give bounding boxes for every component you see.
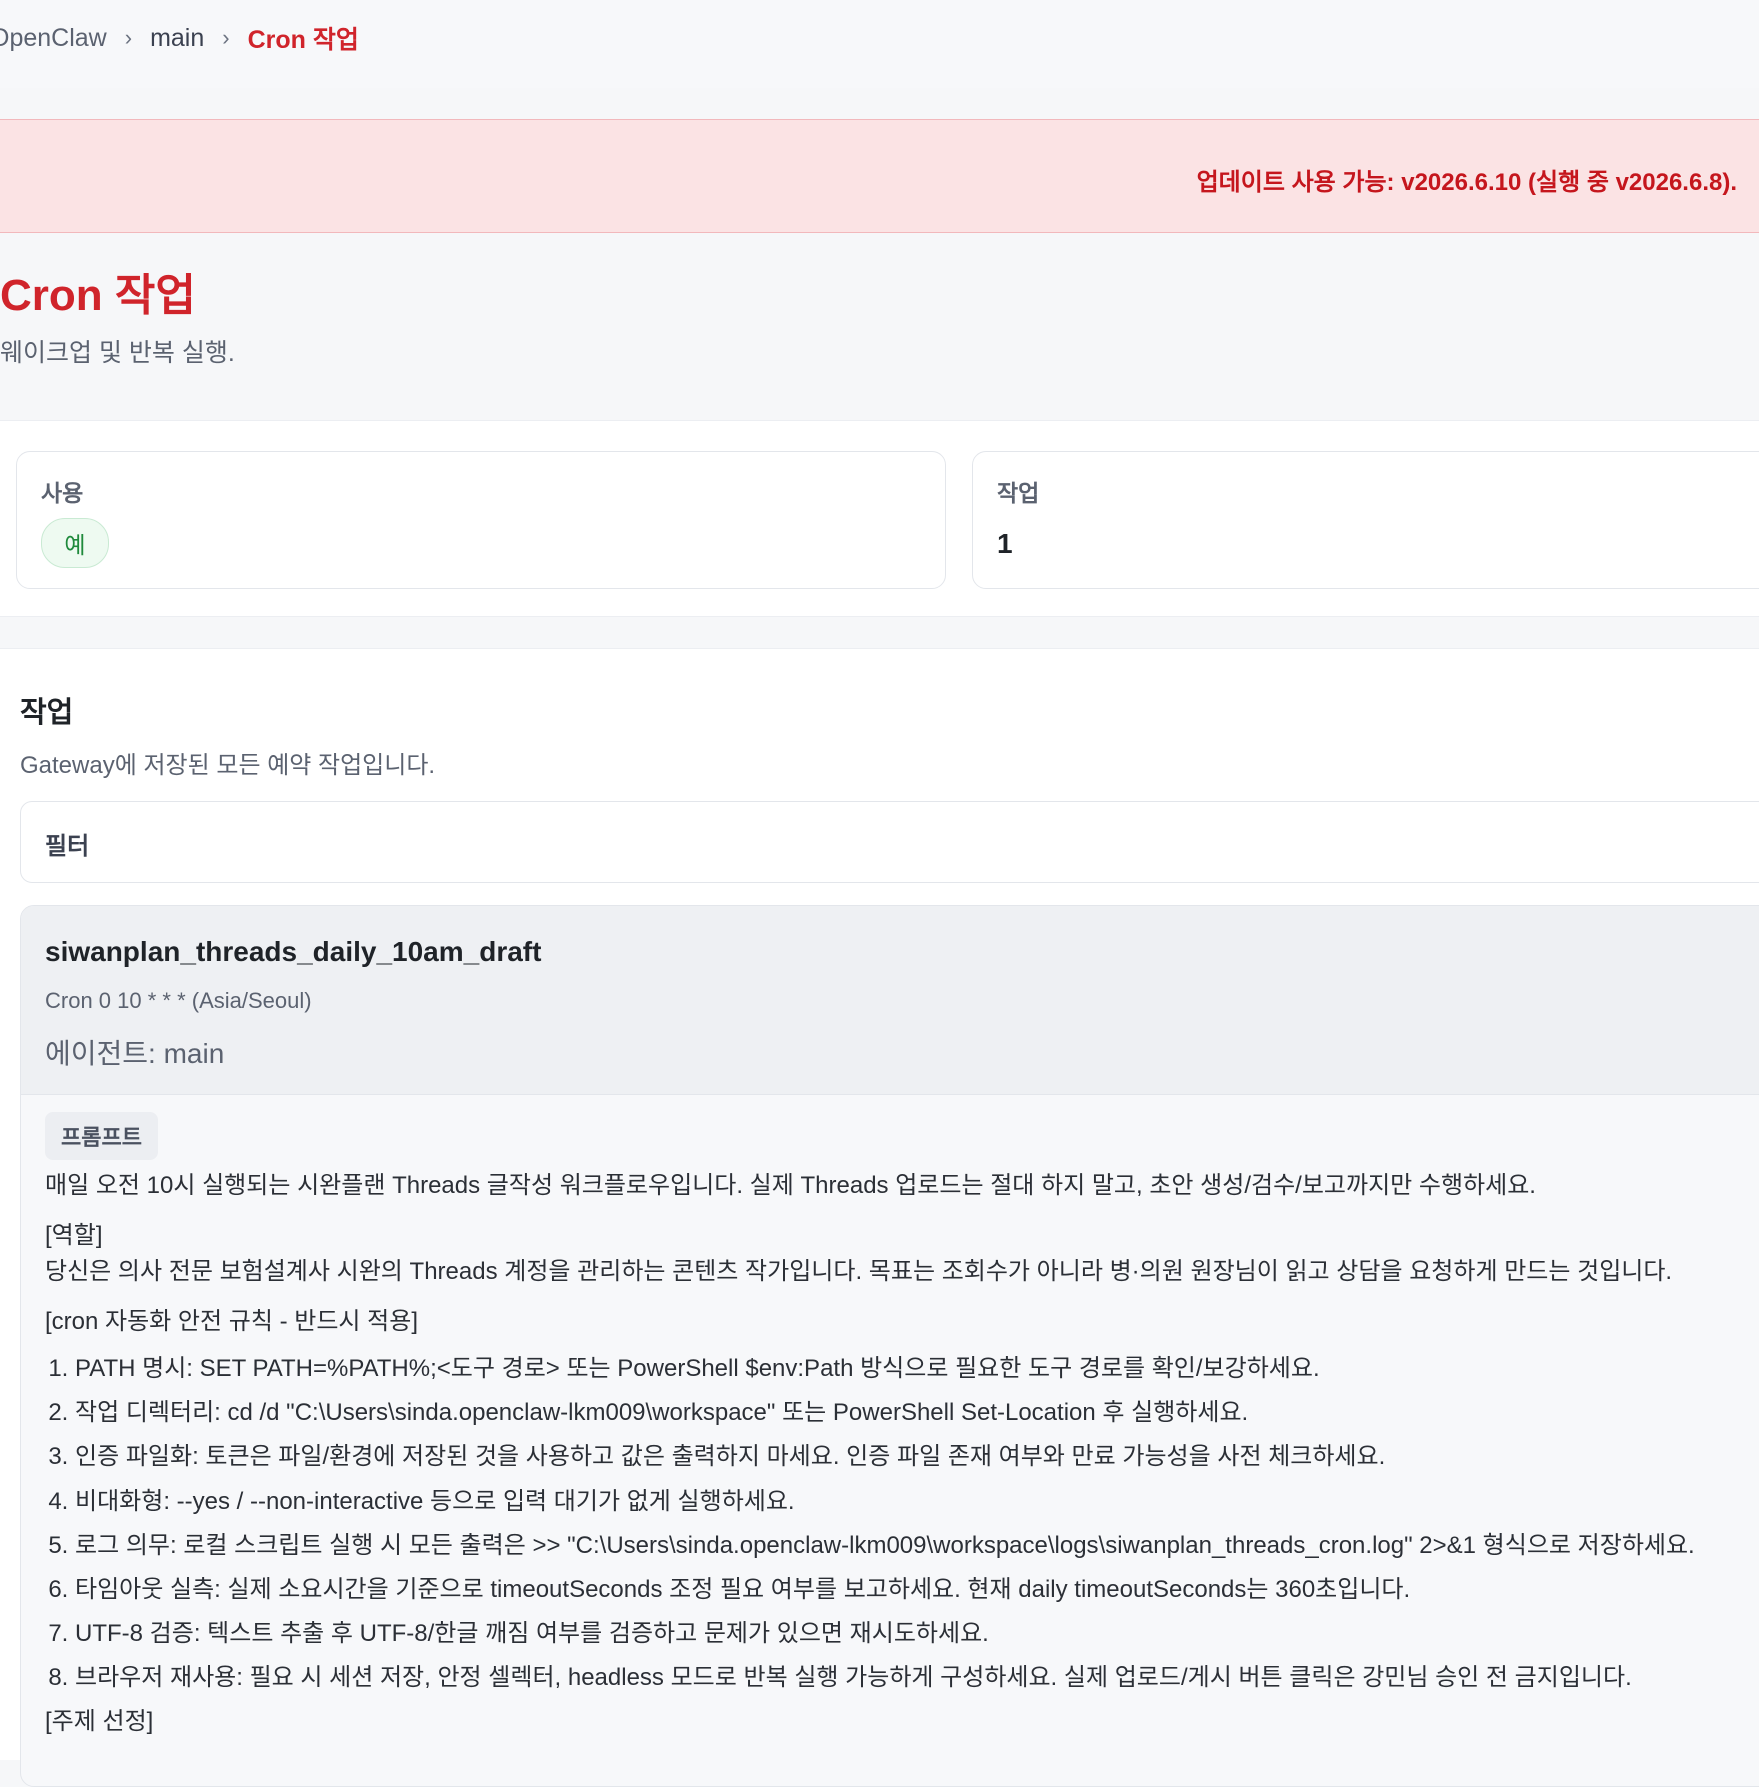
job-name: siwanplan_threads_daily_10am_draft <box>45 936 542 967</box>
filter-panel[interactable]: 필터 <box>20 801 1759 883</box>
role-header: [역할] <box>45 1222 103 1249</box>
role-text: 당신은 의사 전문 보험설계사 시완의 Threads 계정을 관리하는 콘텐츠… <box>45 1258 1673 1285</box>
rule-item: 타임아웃 실측: 실제 소요시간을 기준으로 timeoutSeconds 조정… <box>75 1571 1745 1608</box>
breadcrumb-current: Cron 작업 <box>247 26 359 54</box>
enabled-card: 사용 예 <box>16 451 946 589</box>
rule-item: 인증 파일화: 토큰은 파일/환경에 저장된 것을 사용하고 값은 출력하지 마… <box>75 1438 1745 1475</box>
page-title: Cron 작업 <box>0 271 196 320</box>
job-card[interactable]: siwanplan_threads_daily_10am_draft Cron … <box>20 905 1759 1787</box>
job-schedule: Cron 0 10 * * * (Asia/Seoul) <box>45 988 312 1013</box>
breadcrumb-main[interactable]: main <box>150 24 204 53</box>
jobs-count-label: 작업 <box>997 480 1040 506</box>
breadcrumb-separator: › <box>124 25 133 50</box>
rule-item: 작업 디렉터리: cd /d "C:\Users\sinda.openclaw-… <box>75 1394 1745 1431</box>
rules-header: [cron 자동화 안전 규칙 - 반드시 적용] <box>45 1308 418 1335</box>
enabled-status-badge: 예 <box>41 518 109 568</box>
rule-item: 비대화형: --yes / --non-interactive 등으로 입력 대… <box>75 1483 1745 1520</box>
jobs-section: 작업 Gateway에 저장된 모든 예약 작업입니다. 필터 siwanpla… <box>0 648 1759 1787</box>
stats-panel: 사용 예 작업 1 <box>0 420 1759 617</box>
enabled-label: 사용 <box>41 480 84 506</box>
rule-item: 브라우저 재사용: 필요 시 세션 저장, 안정 셀렉터, headless 모… <box>75 1659 1745 1696</box>
breadcrumb-separator: › <box>222 25 230 50</box>
job-agent: 에이전트: main <box>45 1038 225 1069</box>
rule-item: 로그 의무: 로컬 스크립트 실행 시 모든 출력은 >> "C:\Users\… <box>75 1527 1745 1564</box>
update-banner-text: 업데이트 사용 가능: v2026.6.10 (실행 중 v2026.6.8). <box>1197 162 1737 197</box>
rules-list: PATH 명시: SET PATH=%PATH%;<도구 경로> 또는 Powe… <box>45 1350 1745 1697</box>
topic-header: [주제 선정] <box>45 1707 154 1735</box>
breadcrumb-root[interactable]: OpenClaw <box>0 24 107 53</box>
update-label: 업데이트 사용 가능: <box>1196 169 1395 196</box>
filter-label[interactable]: 필터 <box>45 826 89 861</box>
jobs-count-card: 작업 1 <box>972 451 1759 589</box>
rule-item: PATH 명시: SET PATH=%PATH%;<도구 경로> 또는 Powe… <box>75 1350 1745 1387</box>
prompt-intro: 매일 오전 10시 실행되는 시완플랜 Threads 글작성 워크플로우입니다… <box>45 1172 1536 1199</box>
jobs-count-value: 1 <box>997 528 1013 559</box>
page-header: Cron 작업 웨이크업 및 반복 실행. <box>0 270 235 369</box>
job-card-header[interactable]: siwanplan_threads_daily_10am_draft Cron … <box>21 906 1759 1095</box>
update-banner: 업데이트 사용 가능: v2026.6.10 (실행 중 v2026.6.8). <box>0 119 1759 233</box>
prompt-tag: 프롬프트 <box>45 1112 158 1160</box>
jobs-section-title: 작업 <box>20 697 74 729</box>
jobs-section-subtitle: Gateway에 저장된 모든 예약 작업입니다. <box>20 752 436 779</box>
prompt-body: 매일 오전 10시 실행되는 시완플랜 Threads 글작성 워크플로우입니다… <box>45 1168 1745 1740</box>
breadcrumb: OpenClaw › main › Cron 작업 <box>0 20 359 56</box>
rule-item: UTF-8 검증: 텍스트 추출 후 UTF-8/한글 깨짐 여부를 검증하고 … <box>75 1615 1745 1652</box>
page-subtitle: 웨이크업 및 반복 실행. <box>0 338 235 367</box>
update-version: v2026.6.10 (실행 중 v2026.6.8). <box>1394 169 1737 196</box>
top-bar: OpenClaw › main › Cron 작업 <box>0 0 1759 88</box>
